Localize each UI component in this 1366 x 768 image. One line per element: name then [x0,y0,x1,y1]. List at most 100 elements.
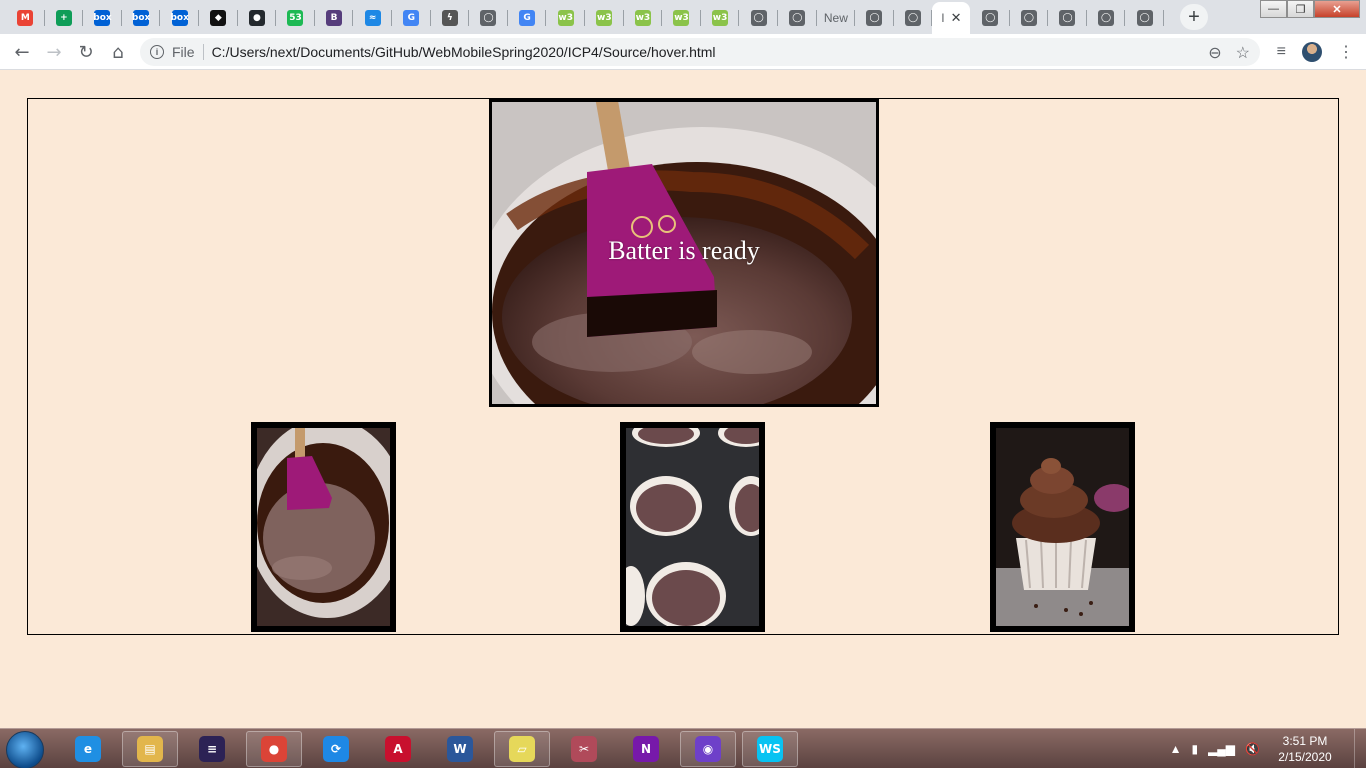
sync-app-icon: ⟳ [323,736,349,762]
browser-tab[interactable]: ◯ [739,2,778,34]
github-desktop-icon: ◉ [695,736,721,762]
cupcake-thumbnail[interactable] [990,422,1135,632]
globe-icon: ◯ [789,10,806,26]
muffin-tin-thumbnail[interactable] [620,422,765,632]
webstorm-icon: WS [757,736,783,762]
eclipse-taskbar-button[interactable]: ≡ [184,731,240,767]
internet-explorer-taskbar-button[interactable]: e [60,731,116,767]
bootstrap-icon: B [326,10,343,26]
browser-tab[interactable]: G [392,2,431,34]
browser-tab[interactable]: 53 [276,2,315,34]
word-taskbar-button[interactable]: W [432,731,488,767]
browser-tab[interactable]: ◯ [971,2,1010,34]
globe-icon: ◯ [1098,10,1115,26]
github-desktop-taskbar-button[interactable]: ◉ [680,731,736,767]
file-explorer-taskbar-button[interactable]: ▤ [122,731,178,767]
webstorm-taskbar-button[interactable]: WS [742,731,798,767]
home-button[interactable]: ⌂ [106,40,130,64]
w3schools-icon: w3 [557,10,574,26]
back-button[interactable]: ← [10,40,34,64]
acrobat-taskbar-button[interactable]: A [370,731,426,767]
onenote-icon: N [633,736,659,762]
wave-icon: ≈ [364,10,381,26]
taskbar-clock[interactable]: 3:51 PM 2/15/2020 [1270,733,1340,765]
browser-tab[interactable]: ◯ [894,2,933,34]
hero-image[interactable]: Batter is ready [489,99,879,407]
chrome-icon: ● [261,736,287,762]
sync-app-taskbar-button[interactable]: ⟳ [308,731,364,767]
tab-title: New [823,11,848,25]
codepen-icon: ◆ [210,10,227,26]
onenote-taskbar-button[interactable]: N [618,731,674,767]
snipping-tool-taskbar-button[interactable]: ✂ [556,731,612,767]
browser-tab[interactable]: I ✕ [932,2,971,34]
browser-tab[interactable]: w3 [624,2,663,34]
toolbar-actions: ≡ ⋮ [1277,42,1354,62]
browser-tab[interactable]: New [817,2,856,34]
show-desktop-button[interactable] [1354,729,1366,768]
w3schools-icon: w3 [596,10,613,26]
browser-toolbar: ← → ↻ ⌂ i File C:/Users/next/Documents/G… [0,34,1366,70]
browser-tab[interactable]: G [508,2,547,34]
browser-tab[interactable]: ϟ [431,2,470,34]
browser-tab[interactable]: ◆ [199,2,238,34]
globe-icon: ◯ [1059,10,1076,26]
browser-tab[interactable]: box [83,2,122,34]
batter-thumbnail[interactable] [251,422,396,632]
box-icon: box [93,10,112,26]
acrobat-icon: A [385,736,411,762]
browser-tab[interactable]: box [160,2,199,34]
tray-expand-icon[interactable]: ▲ [1170,742,1182,756]
browser-tab[interactable]: w3 [585,2,624,34]
browser-tab[interactable]: M [6,2,45,34]
close-window-button[interactable]: ✕ [1314,0,1360,18]
browser-tab[interactable]: ● [238,2,277,34]
close-tab-icon[interactable]: ✕ [951,10,962,26]
forward-button[interactable]: → [42,40,66,64]
cupcake-image [996,428,1129,626]
globe-icon: ◯ [905,10,922,26]
github-icon: ● [248,10,265,26]
browser-tab[interactable]: ◯ [1125,2,1164,34]
browser-tab[interactable]: ◯ [1087,2,1126,34]
site-info-icon[interactable]: i [150,45,164,59]
sticky-notes-taskbar-button[interactable]: ▱ [494,731,550,767]
maximize-button[interactable]: ❐ [1287,0,1314,18]
browser-tab[interactable]: ≈ [353,2,392,34]
browser-tab[interactable]: w3 [701,2,740,34]
badge-53-icon: 53 [287,10,304,26]
sheets-icon: + [55,10,72,26]
browser-tab[interactable]: box [122,2,161,34]
device-icon[interactable]: ▮ [1191,742,1198,756]
address-bar[interactable]: i File C:/Users/next/Documents/GitHub/We… [140,38,1260,66]
browser-tab[interactable]: ◯ [778,2,817,34]
chrome-taskbar-button[interactable]: ● [246,731,302,767]
browser-tab[interactable]: w3 [546,2,585,34]
batter-thumbnail-image [257,428,390,626]
media-controls-icon[interactable]: ≡ [1277,43,1286,61]
browser-tab[interactable]: w3 [662,2,701,34]
url-text[interactable]: C:/Users/next/Documents/GitHub/WebMobile… [212,44,716,60]
browser-tab[interactable]: B [315,2,354,34]
google-icon: G [519,10,536,26]
start-button[interactable] [6,731,44,768]
volume-muted-icon[interactable]: 🔇 [1245,742,1260,756]
sticky-notes-icon: ▱ [509,736,535,762]
browser-tab[interactable]: ◯ [1048,2,1087,34]
minimize-button[interactable]: — [1260,0,1287,18]
snipping-tool-icon: ✂ [571,736,597,762]
browser-tab[interactable]: ◯ [855,2,894,34]
new-tab-button[interactable]: + [1180,4,1208,30]
browser-menu-icon[interactable]: ⋮ [1338,42,1354,62]
browser-tab[interactable]: ◯ [469,2,508,34]
browser-tab[interactable]: + [45,2,84,34]
browser-tab[interactable]: ◯ [1010,2,1049,34]
zoom-icon[interactable]: ⊖ [1208,43,1221,63]
gallery-frame: Batter is ready [27,98,1339,635]
bookmark-star-icon[interactable]: ☆ [1236,43,1250,63]
w3schools-icon: w3 [634,10,651,26]
network-icon[interactable]: ▂▄▆ [1208,742,1235,756]
eclipse-icon: ≡ [199,736,225,762]
reload-button[interactable]: ↻ [74,40,98,64]
profile-avatar[interactable] [1302,42,1322,62]
